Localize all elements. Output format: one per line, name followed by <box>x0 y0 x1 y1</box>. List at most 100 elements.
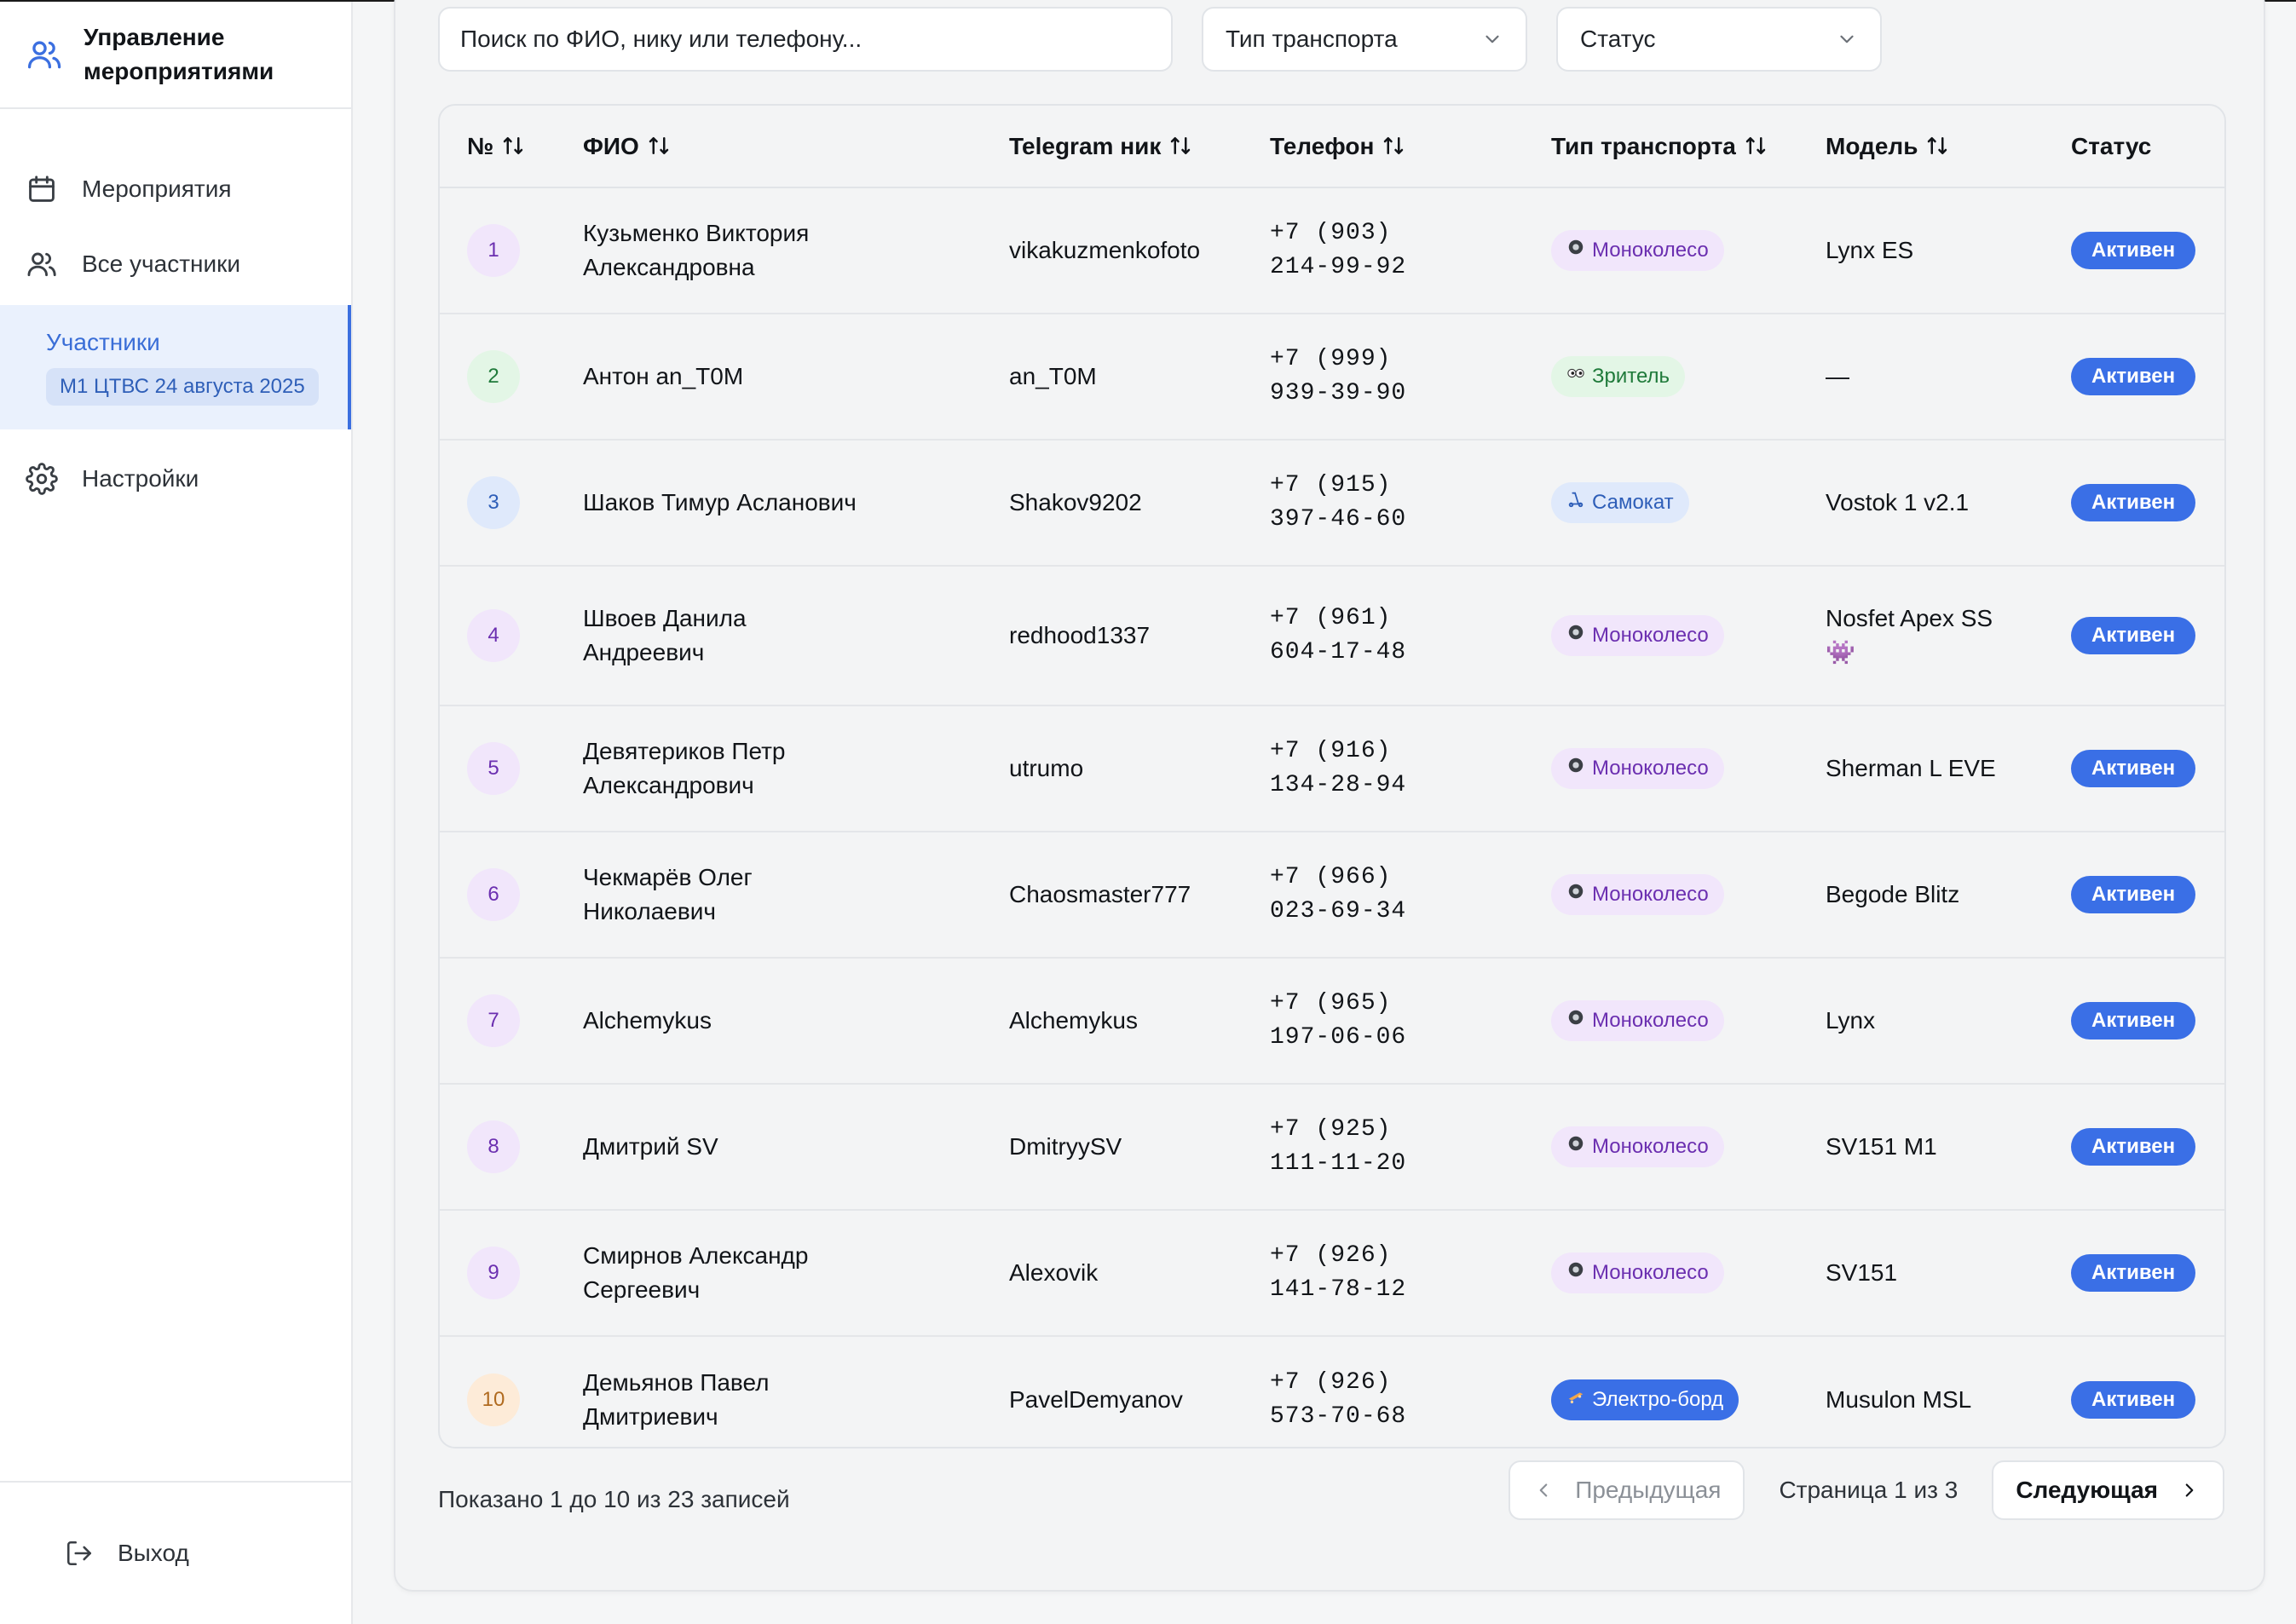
cell-status: Активен <box>2071 1084 2224 1211</box>
cell-name: Alchemykus <box>583 958 1009 1085</box>
transport-badge: Моноколесо <box>1551 1126 1724 1167</box>
phone-number: +7 (915) 397-46-60 <box>1270 472 1407 533</box>
cell-phone: +7 (999) 939-39-90 <box>1270 314 1551 441</box>
column-header-telegram[interactable]: Telegram ник <box>1009 106 1270 188</box>
table-row[interactable]: 9 Смирнов Александр Сергеевич Alexovik +7 (… <box>440 1210 2224 1337</box>
row-number-badge: 8 <box>467 1120 520 1173</box>
transport-badge: Моноколесо <box>1551 1253 1724 1293</box>
status-badge: Активен <box>2071 876 2196 913</box>
wheel-icon <box>1566 1004 1592 1038</box>
records-count: Показано 1 до 10 из 23 записей <box>438 1486 790 1512</box>
sidebar-item-label: Участники <box>46 329 160 355</box>
board-icon <box>1566 1383 1592 1417</box>
transport-type-select[interactable]: Тип транспорта <box>1202 7 1527 72</box>
status-select-label: Статус <box>1580 26 1656 52</box>
cell-transport: Электро-борд <box>1551 1336 1826 1447</box>
column-header-number[interactable]: № <box>440 106 583 188</box>
table-row[interactable]: 3 Шаков Тимур Асланович Shakov9202 +7 (915)… <box>440 440 2224 567</box>
table-row[interactable]: 8 Дмитрий SV DmitryySV +7 (925) 111-11-20 Мо… <box>440 1084 2224 1211</box>
cell-phone: +7 (966) 023-69-34 <box>1270 832 1551 959</box>
sidebar-item-all-participants[interactable]: Все участники <box>0 227 351 302</box>
column-header-name[interactable]: ФИО <box>583 106 1009 188</box>
row-number-badge: 4 <box>467 609 520 662</box>
logout-icon <box>66 1540 92 1566</box>
filters-bar: Тип транспорта Статус <box>438 7 1882 72</box>
transport-badge: Моноколесо <box>1551 874 1724 915</box>
calendar-icon <box>29 176 55 202</box>
table-row[interactable]: 6 Чекмарёв Олег Николаевич Chaosmaster777 +… <box>440 832 2224 959</box>
scooter-icon <box>1566 486 1592 520</box>
users-icon <box>27 41 61 69</box>
vehicle-model: Begode Blitz <box>1826 881 1960 907</box>
participant-name: Дмитрий SV <box>583 1133 718 1160</box>
cell-number: 1 <box>440 187 583 314</box>
cell-telegram: vikakuzmenkofoto <box>1009 187 1270 314</box>
participant-name: Девятериков Петр Александрович <box>583 738 786 798</box>
cell-status: Активен <box>2071 440 2224 567</box>
table-row[interactable]: 1 Кузьменко Виктория Александровна vikakuz… <box>440 187 2224 314</box>
next-page-button[interactable]: Следующая <box>1992 1460 2224 1520</box>
cell-name: Демьянов Павел Дмитриевич <box>583 1336 1009 1447</box>
vehicle-model: — <box>1826 363 1849 389</box>
wheel-icon <box>1566 1256 1592 1290</box>
cell-status: Активен <box>2071 1210 2224 1337</box>
cell-model: Begode Blitz <box>1826 832 2071 959</box>
column-header-transport[interactable]: Тип транспорта <box>1551 106 1826 188</box>
logout-label: Выход <box>118 1540 189 1566</box>
vehicle-model: Vostok 1 v2.1 <box>1826 489 1970 515</box>
phone-number: +7 (961) 604-17-48 <box>1270 605 1407 665</box>
transport-badge: Электро-борд <box>1551 1379 1739 1420</box>
cell-name: Дмитрий SV <box>583 1084 1009 1211</box>
search-input[interactable] <box>438 7 1173 72</box>
table-row[interactable]: 4 Швоев Данила Андреевич redhood1337 +7 (96… <box>440 566 2224 706</box>
cell-number: 3 <box>440 440 583 567</box>
status-select[interactable]: Статус <box>1556 7 1882 72</box>
telegram-nick: redhood1337 <box>1009 622 1151 648</box>
cell-phone: +7 (916) 134-28-94 <box>1270 705 1551 832</box>
column-header-phone[interactable]: Телефон <box>1270 106 1551 188</box>
cell-name: Швоев Данила Андреевич <box>583 566 1009 706</box>
column-header-model[interactable]: Модель <box>1826 106 2071 188</box>
table-row[interactable]: 5 Девятериков Петр Александрович utrumo +7 … <box>440 705 2224 832</box>
row-number-badge: 9 <box>467 1247 520 1299</box>
cell-name: Шаков Тимур Асланович <box>583 440 1009 567</box>
table-header-row: № ФИО Telegram ник Телефон Тип транспорт… <box>440 106 2224 188</box>
previous-page-button[interactable]: Предыдущая <box>1509 1460 1745 1520</box>
phone-number: +7 (999) 939-39-90 <box>1270 346 1407 406</box>
row-number-badge: 2 <box>467 350 520 403</box>
table-row[interactable]: 2 Антон an_T0M an_T0M +7 (999) 939-39-90 Зри… <box>440 314 2224 441</box>
participant-name: Демьянов Павел Дмитриевич <box>583 1368 770 1430</box>
table-row[interactable]: 10 Демьянов Павел Дмитриевич PavelDemyanov… <box>440 1336 2224 1447</box>
eyes-icon <box>1566 360 1592 394</box>
participants-table: № ФИО Telegram ник Телефон Тип транспорт… <box>438 104 2226 1448</box>
cell-transport: Моноколесо <box>1551 187 1826 314</box>
participant-name: Alchemykus <box>583 1007 712 1034</box>
logout-button[interactable]: Выход <box>0 1481 351 1624</box>
cell-status: Активен <box>2071 1336 2224 1447</box>
sidebar-item-settings[interactable]: Настройки <box>0 441 351 516</box>
row-number-badge: 1 <box>467 224 520 277</box>
sort-icon <box>1745 136 1766 154</box>
row-number-badge: 5 <box>467 742 520 795</box>
cell-model: Musulon MSL <box>1826 1336 2071 1447</box>
vehicle-model: Lynx <box>1826 1007 1876 1034</box>
sidebar-item-events[interactable]: Мероприятия <box>0 152 351 227</box>
sort-icon <box>1928 136 1947 154</box>
table-row[interactable]: 7 Alchemykus Alchemykus +7 (965) 197-06-06 М… <box>440 958 2224 1085</box>
vehicle-model: SV151 M1 <box>1826 1133 1937 1160</box>
participant-name: Кузьменко Виктория Александровна <box>583 220 810 280</box>
cell-number: 8 <box>440 1084 583 1211</box>
phone-number: +7 (965) 197-06-06 <box>1270 990 1407 1051</box>
telegram-nick: Chaosmaster777 <box>1009 881 1191 907</box>
cell-transport: Моноколесо <box>1551 832 1826 959</box>
users-icon <box>27 252 56 277</box>
cell-number: 2 <box>440 314 583 441</box>
transport-badge: Моноколесо <box>1551 230 1724 271</box>
cell-status: Активен <box>2071 705 2224 832</box>
telegram-nick: Alchemykus <box>1009 1007 1138 1034</box>
sidebar-item-label: Настройки <box>82 465 199 492</box>
status-badge: Активен <box>2071 484 2196 521</box>
sidebar-item-participants[interactable]: Участники М1 ЦТВС 24 августа 2025 <box>0 305 351 429</box>
status-badge: Активен <box>2071 1128 2196 1166</box>
phone-number: +7 (903) 214-99-92 <box>1270 220 1407 280</box>
